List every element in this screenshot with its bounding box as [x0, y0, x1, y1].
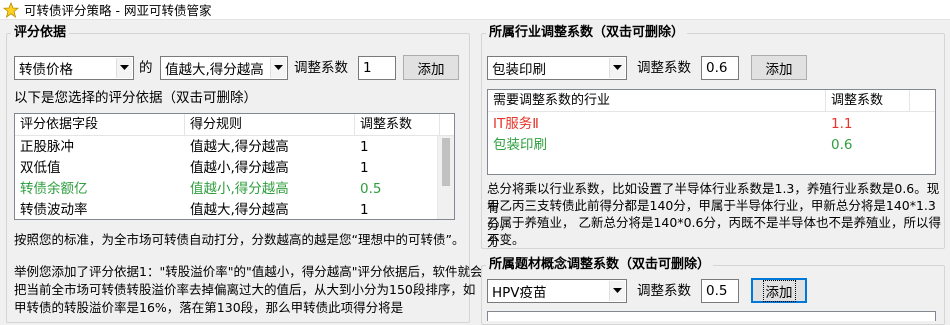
rule-select[interactable]: 值越大,得分越高: [160, 56, 288, 80]
scoring-basis-table[interactable]: 评分依据字段 得分规则 调整系数 正股脉冲 值越大,得分越高 1 双低值 值越小,得分越…: [14, 113, 455, 220]
table-row[interactable]: 正股脉冲 值越大,得分越高 1: [15, 137, 454, 158]
scrollbar-thumb[interactable]: [442, 138, 450, 186]
add-button-label: 添加: [417, 61, 445, 78]
industry-table-header: 需要调整系数的行业 调整系数: [488, 90, 935, 112]
table-row[interactable]: 转债余额亿 值越小,得分越高 0.5: [15, 179, 454, 200]
concept-group-title: 所属题材概念调整系数（双击可删除）: [486, 257, 714, 273]
add-button[interactable]: 添加: [403, 55, 459, 80]
star-icon: [2, 1, 20, 18]
example-note-line-2: 把当前全市场可转债转股溢价率去掉偏离过大的值后，从大到小分为150段排序，如: [14, 282, 476, 297]
industry-select[interactable]: 包装印刷: [487, 56, 627, 80]
column-header-rule[interactable]: 得分规则: [185, 114, 355, 136]
concept-select[interactable]: HPV疫苗: [487, 279, 627, 303]
scoring-basis-title: 评分依据: [11, 25, 70, 41]
chevron-down-icon[interactable]: [116, 58, 132, 78]
scoring-note: 按照您的标准，为全市场可转债自动打分，分数越高的越是您“理想中的可转债”。: [14, 232, 465, 247]
column-header-field[interactable]: 评分依据字段: [15, 114, 185, 136]
coef-input[interactable]: 1: [358, 56, 396, 80]
concept-select-value: HPV疫苗: [492, 285, 547, 301]
industry-table-row[interactable]: IT服务Ⅱ 1.1: [488, 114, 935, 135]
concept-coef-input[interactable]: 0.5: [701, 279, 739, 303]
industry-note-line-3: 乙属于养殖业， 乙新总分将是140*0.6分，丙既不是半导体也不是养殖业，所以得…: [487, 215, 941, 249]
concept-table[interactable]: [487, 311, 936, 321]
table-cell-rule: 值越大,得分越高: [190, 202, 289, 218]
table-cell-field: 转债余额亿: [20, 181, 88, 197]
concept-coef-label: 调整系数: [637, 283, 691, 299]
table-cell-coef: 1: [360, 202, 369, 218]
industry-table-row[interactable]: 包装印刷 0.6: [488, 135, 935, 156]
industry-cell-coef: 0.6: [831, 137, 853, 153]
table-row[interactable]: 双低值 值越小,得分越高 1: [15, 158, 454, 179]
column-header-coef[interactable]: 调整系数: [355, 114, 440, 136]
column-header-industry-coef[interactable]: 调整系数: [826, 90, 910, 112]
coef-label: 调整系数: [294, 60, 348, 76]
table-cell-rule: 值越大,得分越高: [190, 139, 289, 155]
industry-group-title: 所属行业调整系数（双击可删除）: [486, 25, 688, 41]
column-header-industry[interactable]: 需要调整系数的行业: [488, 90, 826, 112]
table-cell-rule: 值越小,得分越高: [190, 181, 289, 197]
table-cell-coef: 0.5: [360, 181, 382, 197]
table-cell-rule: 值越小,得分越高: [190, 160, 289, 176]
title-bar: 可转债评分策略 - 网亚可转债管家: [0, 0, 950, 20]
industry-select-value: 包装印刷: [492, 62, 546, 78]
table-cell-field: 转债波动率: [20, 202, 88, 218]
selected-basis-label: 以下是您选择的评分依据（双击可删除）: [14, 90, 257, 106]
field-select[interactable]: 转债价格: [14, 56, 134, 80]
industry-table[interactable]: 需要调整系数的行业 调整系数 IT服务Ⅱ 1.1 包装印刷 0.6: [487, 89, 936, 175]
industry-cell-name: 包装印刷: [493, 137, 547, 153]
de-label: 的: [139, 60, 153, 76]
industry-add-button-label: 添加: [765, 61, 793, 78]
industry-cell-coef: 1.1: [831, 116, 853, 132]
table-cell-field: 正股脉冲: [20, 139, 74, 155]
vertical-scrollbar[interactable]: [437, 136, 454, 219]
table-cell-coef: 1: [360, 160, 369, 176]
industry-coef-label: 调整系数: [637, 60, 691, 76]
chevron-down-icon[interactable]: [270, 58, 286, 78]
industry-note-line-4: 不变。: [487, 232, 525, 247]
example-note-line-3: 甲转债的转股溢价率是16%，落在第130段，那么甲转债此项得分将是: [14, 300, 404, 315]
industry-add-button[interactable]: 添加: [751, 55, 807, 80]
chevron-down-icon[interactable]: [609, 58, 625, 78]
table-cell-coef: 1: [360, 139, 369, 155]
industry-cell-name: IT服务Ⅱ: [493, 116, 539, 132]
rule-select-value: 值越大,得分越高: [165, 62, 264, 78]
concept-add-button[interactable]: 添加: [751, 278, 807, 303]
example-note-line-1: 举例您添加了评分依据1："转股溢价率"的"值越小，得分越高"评分依据后，软件就会: [14, 264, 483, 279]
field-select-value: 转债价格: [19, 62, 73, 78]
window-title: 可转债评分策略 - 网亚可转债管家: [24, 3, 212, 18]
table-header: 评分依据字段 得分规则 调整系数: [15, 114, 454, 136]
table-cell-field: 双低值: [20, 160, 61, 176]
table-row[interactable]: 转债波动率 值越大,得分越高 1: [15, 200, 454, 219]
concept-add-button-label: 添加: [762, 279, 796, 302]
industry-coef-input[interactable]: 0.6: [701, 56, 739, 80]
chevron-down-icon[interactable]: [609, 281, 625, 301]
